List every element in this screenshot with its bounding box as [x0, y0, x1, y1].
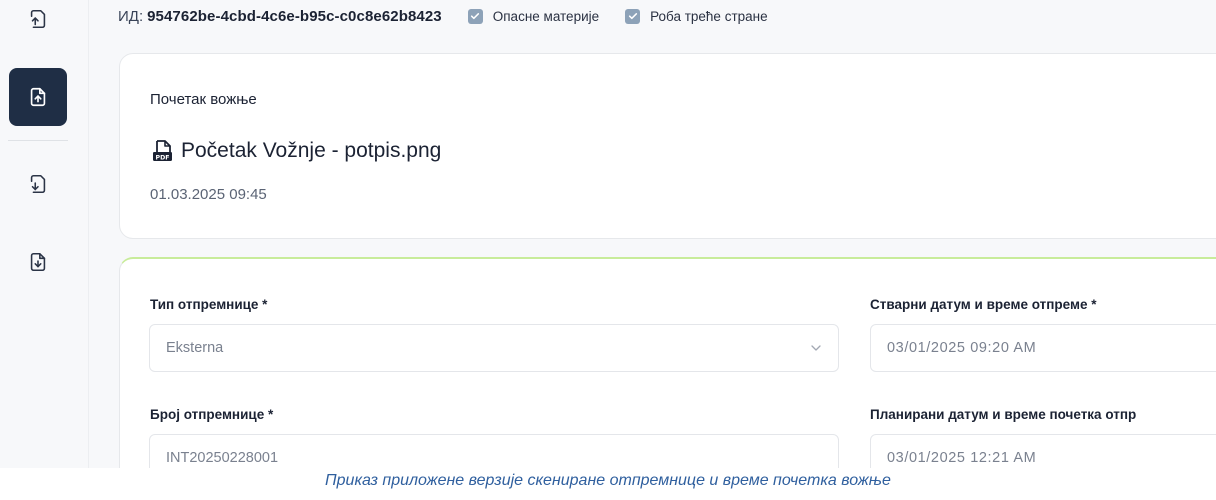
sidebar	[0, 0, 89, 468]
sidebar-divider	[8, 140, 68, 141]
file-import-icon	[30, 174, 46, 194]
start-date: 01.03.2025 09:45	[150, 186, 267, 203]
app-window: ИД: 954762be-4cbd-4c6e-b95c-c0c8e62b8423…	[0, 0, 1216, 468]
planned-datetime-value: 03/01/2025 12:21 AM	[887, 450, 1037, 466]
start-card-title: Почетак вожње	[150, 91, 257, 108]
shipment-number-value: INT20250228001	[166, 450, 279, 466]
sidebar-item-import[interactable]	[9, 155, 67, 213]
chevron-down-icon	[811, 345, 821, 351]
attached-file-link[interactable]: PDF Početak Vožnje - potpis.png	[150, 138, 441, 164]
id-value: 954762be-4cbd-4c6e-b95c-c0c8e62b8423	[147, 7, 442, 25]
shipment-form-card: Тип отпремнице * Eksterna Стварни датум …	[119, 257, 1216, 468]
actual-datetime-input[interactable]: 03/01/2025 09:20 AM	[870, 324, 1216, 372]
planned-datetime-label: Планирани датум и време почетка отпр	[870, 407, 1137, 422]
actual-datetime-value: 03/01/2025 09:20 AM	[887, 340, 1037, 356]
sidebar-item-export[interactable]	[9, 0, 67, 48]
figure-caption: Приказ приложене верзије скениране отпре…	[325, 472, 891, 489]
shipment-type-label: Тип отпремнице *	[150, 297, 268, 312]
attached-file-name: Početak Vožnje - potpis.png	[181, 139, 442, 162]
file-upload-icon	[30, 87, 46, 107]
shipment-number-label: Број отпремнице *	[150, 407, 274, 422]
hazardous-checkbox[interactable]: Опасне материје	[467, 8, 600, 24]
svg-text:PDF: PDF	[156, 154, 170, 161]
shipment-type-select[interactable]: Eksterna	[149, 324, 839, 372]
checkbox-checked-icon	[467, 8, 483, 24]
file-download-icon	[30, 252, 46, 272]
shipment-number-input[interactable]: INT20250228001	[149, 434, 839, 468]
planned-datetime-input[interactable]: 03/01/2025 12:21 AM	[870, 434, 1216, 468]
record-header: ИД: 954762be-4cbd-4c6e-b95c-c0c8e62b8423…	[118, 0, 768, 32]
checkbox-checked-icon	[625, 8, 641, 24]
id-label: ИД:	[118, 7, 144, 25]
third-party-checkbox-label: Роба треће стране	[650, 8, 768, 24]
third-party-checkbox[interactable]: Роба треће стране	[625, 8, 768, 24]
sidebar-item-download[interactable]	[9, 233, 67, 291]
hazardous-checkbox-label: Опасне материје	[492, 8, 600, 24]
file-export-icon	[30, 9, 46, 29]
actual-datetime-label: Стварни датум и време отпреме *	[870, 297, 1097, 312]
pdf-file-icon: PDF	[153, 140, 172, 161]
start-of-drive-card: Почетак вожње PDF Početak Vožnje - potpi…	[119, 53, 1216, 239]
shipment-type-value: Eksterna	[166, 340, 224, 356]
sidebar-item-upload[interactable]	[9, 68, 67, 126]
